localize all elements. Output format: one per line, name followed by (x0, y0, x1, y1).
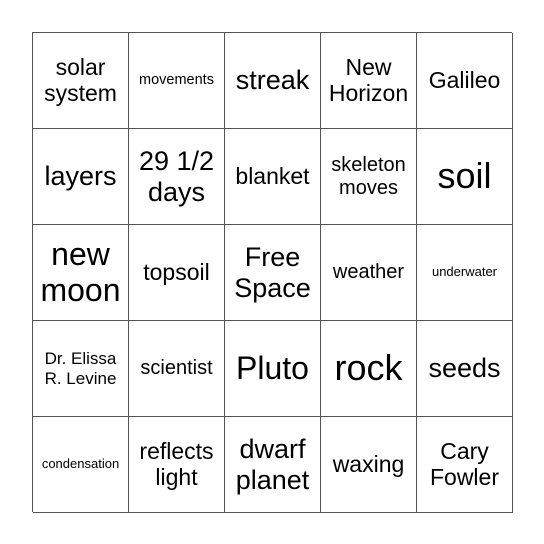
bingo-cell[interactable]: reflects light (129, 417, 225, 513)
bingo-cell[interactable]: New Horizon (321, 33, 417, 129)
bingo-cell[interactable]: skeleton moves (321, 129, 417, 225)
bingo-cell[interactable]: weather (321, 225, 417, 321)
bingo-cell[interactable]: layers (33, 129, 129, 225)
bingo-cell[interactable]: dwarf planet (225, 417, 321, 513)
bingo-cell[interactable]: movements (129, 33, 225, 129)
bingo-cell[interactable]: scientist (129, 321, 225, 417)
bingo-cell[interactable]: Cary Fowler (417, 417, 513, 513)
bingo-cell[interactable]: topsoil (129, 225, 225, 321)
bingo-cell[interactable]: blanket (225, 129, 321, 225)
bingo-cell[interactable]: seeds (417, 321, 513, 417)
bingo-cell[interactable]: soil (417, 129, 513, 225)
bingo-cell[interactable]: new moon (33, 225, 129, 321)
free-space-cell[interactable]: Free Space (225, 225, 321, 321)
bingo-cell[interactable]: streak (225, 33, 321, 129)
bingo-cell[interactable]: underwater (417, 225, 513, 321)
bingo-cell[interactable]: Dr. Elissa R. Levine (33, 321, 129, 417)
bingo-cell[interactable]: Galileo (417, 33, 513, 129)
bingo-cell[interactable]: 29 1/2 days (129, 129, 225, 225)
bingo-cell[interactable]: solar system (33, 33, 129, 129)
bingo-cell[interactable]: Pluto (225, 321, 321, 417)
bingo-cell[interactable]: condensation (33, 417, 129, 513)
bingo-board: solar system movements streak New Horizo… (32, 32, 513, 513)
bingo-cell[interactable]: waxing (321, 417, 417, 513)
bingo-cell[interactable]: rock (321, 321, 417, 417)
